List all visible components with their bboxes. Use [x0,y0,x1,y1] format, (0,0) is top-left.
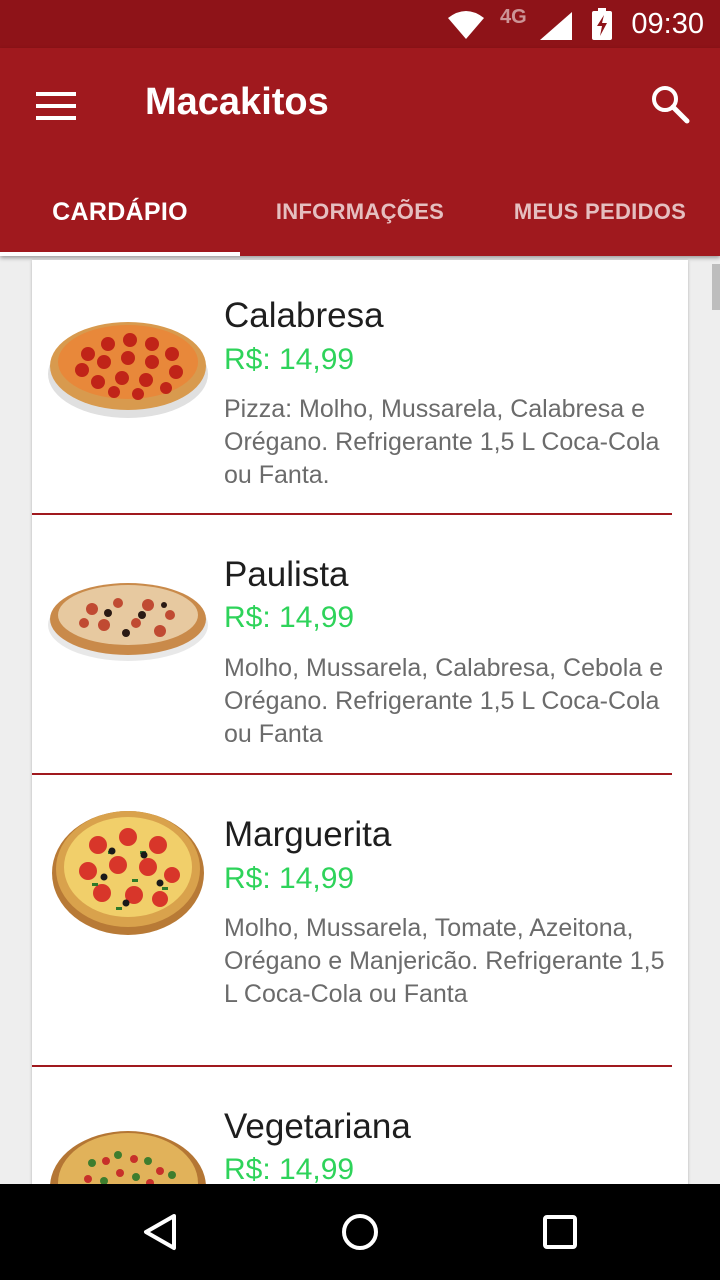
item-name: Marguerita [224,815,392,854]
system-nav-bar [0,1184,720,1280]
list-item[interactable]: Calabresa R$: 14,99 Pizza: Molho, Mussar… [32,260,672,515]
search-icon[interactable] [650,84,690,124]
pizza-image [48,322,208,418]
item-price: R$: 14,99 [224,862,355,895]
app-bar: Macakitos CARDÁPIO INFORMAÇÕES MEUS PEDI… [0,48,720,256]
app-title: Macakitos [145,81,329,123]
item-price: R$: 14,99 [224,343,355,376]
status-bar: 4G 09:30 [0,0,720,48]
pizza-image [52,811,204,935]
list-item[interactable]: Vegetariana R$: 14,99 [32,1067,672,1184]
item-name: Paulista [224,555,349,594]
tab-informacoes[interactable]: INFORMAÇÕES [240,168,480,256]
list-item[interactable]: Paulista R$: 14,99 Molho, Mussarela, Cal… [32,515,672,775]
item-name: Vegetariana [224,1107,411,1146]
menu-list[interactable]: Calabresa R$: 14,99 Pizza: Molho, Mussar… [0,256,720,1184]
item-description: Pizza: Molho, Mussarela, Calabresa e Oré… [224,395,660,489]
item-price: R$: 14,99 [224,1153,355,1184]
signal-icon [540,12,572,40]
network-type: 4G [500,6,527,28]
item-description: Molho, Mussarela, Calabresa, Cebola e Or… [224,654,664,748]
pizza-image [50,1131,206,1184]
clock: 09:30 [631,8,704,40]
tab-cardapio[interactable]: CARDÁPIO [0,168,240,256]
pizza-image [48,583,208,661]
home-icon[interactable] [340,1212,380,1252]
item-description: Molho, Mussarela, Tomate, Azeitona, Orég… [224,914,665,1008]
back-icon[interactable] [140,1212,180,1252]
item-price: R$: 14,99 [224,601,355,634]
item-name: Calabresa [224,296,384,335]
wifi-icon [448,11,484,39]
menu-card: Calabresa R$: 14,99 Pizza: Molho, Mussar… [32,260,688,1184]
battery-charging-icon [592,8,612,40]
scrollbar[interactable] [712,264,720,310]
hamburger-menu-icon[interactable] [36,91,76,121]
list-item[interactable]: Marguerita R$: 14,99 Molho, Mussarela, T… [32,775,672,1067]
recents-icon[interactable] [542,1214,578,1250]
tab-bar: CARDÁPIO INFORMAÇÕES MEUS PEDIDOS [0,168,720,256]
tab-meus-pedidos[interactable]: MEUS PEDIDOS [480,168,720,256]
